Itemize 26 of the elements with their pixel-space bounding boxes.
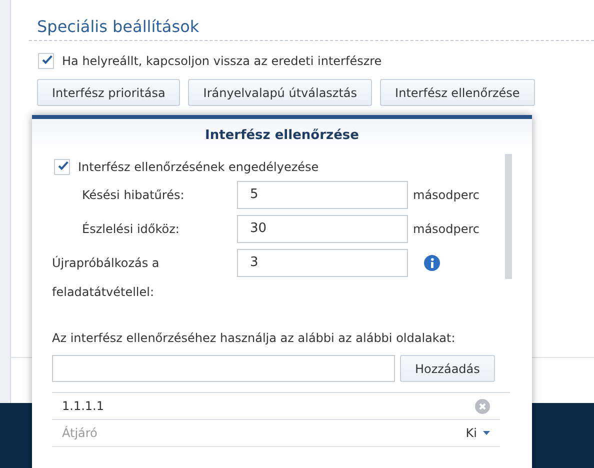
tab-button[interactable]: Irányelvalapú útválasztás	[188, 79, 372, 106]
hint-text: Az interfész ellenőrzéséhez használja az alábbi az alábbi oldalakat:	[51, 330, 456, 345]
checkbox-label: Ha helyreállt, kapcsoljon vissza az eredeti interfészre	[62, 54, 382, 68]
add-button[interactable]: Hozzáadás	[400, 355, 495, 382]
input-field[interactable]: 30	[237, 215, 408, 243]
checkbox[interactable]	[54, 159, 70, 175]
info-icon[interactable]	[424, 255, 440, 271]
unit-label: másodperc	[413, 221, 480, 238]
field-label: Újrapróbálkozás a feladatátvétellel:	[52, 254, 160, 301]
caret-icon	[483, 431, 490, 435]
input-field[interactable]	[52, 355, 395, 382]
unit-label: másodperc	[413, 187, 480, 204]
checkbox[interactable]	[38, 53, 54, 69]
dropdown[interactable]: Ki	[466, 426, 490, 440]
section-title: Speciális beállítások	[36, 17, 200, 36]
field-label: Észlelési időköz:	[81, 220, 180, 238]
tab-button[interactable]: Interfész prioritása	[37, 79, 180, 106]
dialog-title: Interfész ellenőrzése	[205, 128, 359, 142]
checkbox-label: Interfész ellenőrzésének engedélyezése	[78, 160, 319, 174]
scrollbar[interactable]	[505, 154, 512, 279]
list-item-text: 1.1.1.1	[62, 399, 104, 413]
row-label: Átjáró	[62, 426, 98, 440]
field-label: Késési hibatűrés:	[81, 187, 186, 204]
input-field[interactable]: 3	[237, 249, 408, 277]
tab-button[interactable]: Interfész ellenőrzése	[380, 79, 535, 106]
input-field[interactable]: 5	[237, 181, 408, 209]
